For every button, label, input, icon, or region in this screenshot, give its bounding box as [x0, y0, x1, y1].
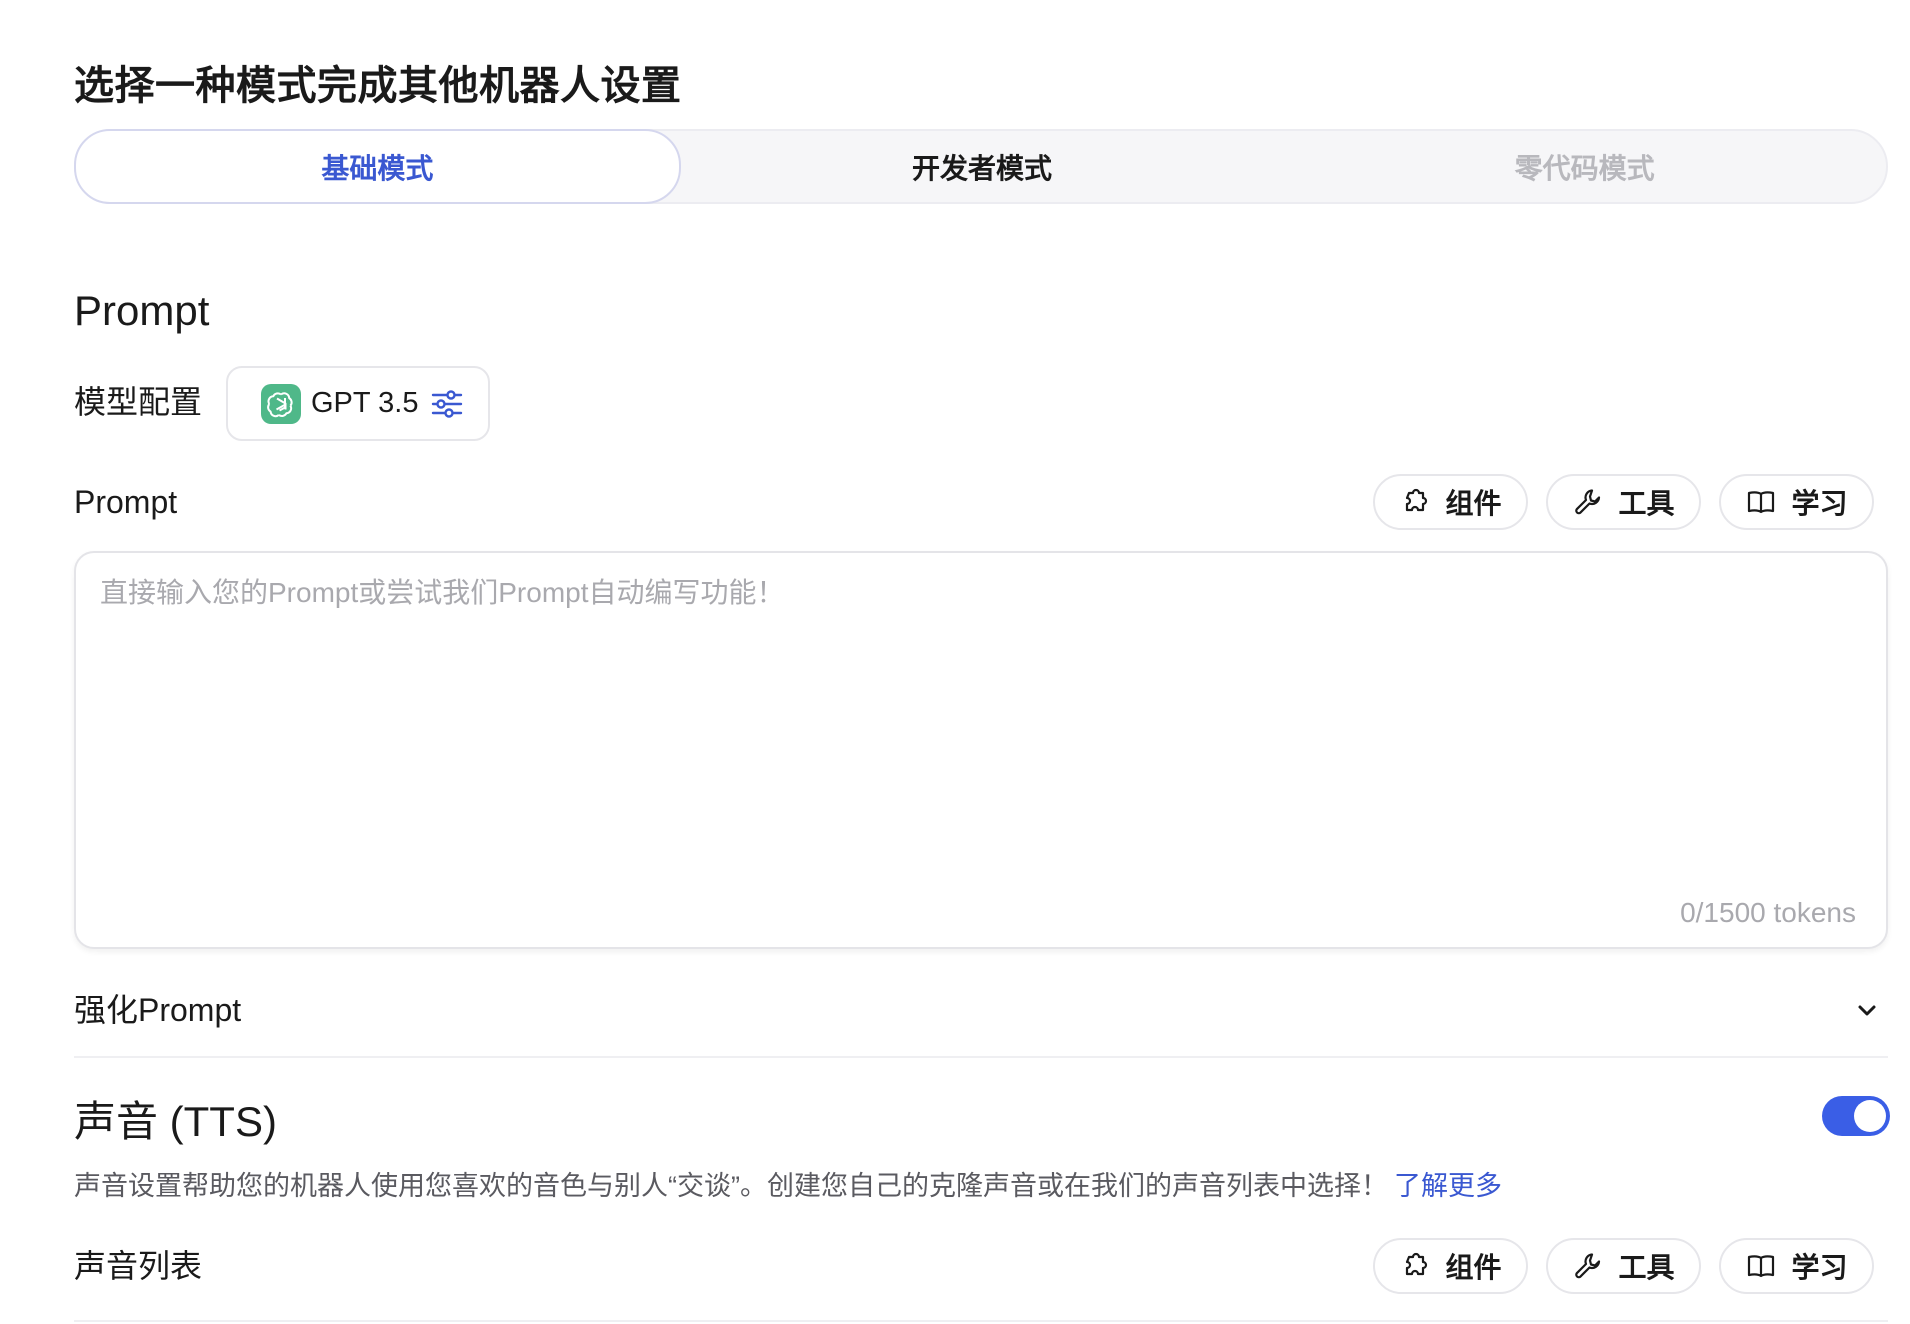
voice-actions: 组件 工具 学习 — [1373, 1238, 1874, 1294]
page-title: 选择一种模式完成其他机器人设置 — [74, 63, 682, 108]
tts-description-text: 声音设置帮助您的机器人使用您喜欢的音色与别人“交谈”。创建您自己的克隆声音或在我… — [74, 1171, 1388, 1201]
tts-section-title: 声音 (TTS) — [74, 1098, 277, 1145]
learn-label: 学习 — [1791, 488, 1848, 519]
prompt-label: Prompt — [74, 484, 178, 520]
model-config-label: 模型配置 — [74, 384, 203, 420]
tab-no-code-mode: 零代码模式 — [1514, 152, 1655, 184]
tab-developer-mode[interactable]: 开发者模式 — [681, 131, 1284, 202]
book-icon — [1745, 486, 1777, 518]
enhance-prompt-toggle[interactable]: 强化Prompt — [74, 984, 1888, 1058]
voice-tools-label: 工具 — [1618, 1252, 1675, 1283]
voice-list-label: 声音列表 — [74, 1248, 203, 1284]
components-label: 组件 — [1445, 488, 1502, 519]
enhance-prompt-label: 强化Prompt — [74, 992, 242, 1028]
voice-learn-button[interactable]: 学习 — [1719, 1238, 1874, 1294]
tts-toggle[interactable] — [1822, 1096, 1890, 1136]
model-name: GPT 3.5 — [311, 387, 419, 419]
voice-tools-button[interactable]: 工具 — [1546, 1238, 1701, 1294]
openai-logo-icon — [261, 383, 301, 424]
puzzle-icon — [1399, 486, 1431, 518]
wrench-icon — [1572, 486, 1604, 518]
prompt-section-title: Prompt — [74, 287, 210, 334]
mode-tabs: 基础模式 开发者模式 零代码模式 — [74, 129, 1888, 204]
model-select-button[interactable]: GPT 3.5 — [226, 366, 490, 441]
voice-components-label: 组件 — [1445, 1252, 1502, 1283]
tools-button[interactable]: 工具 — [1546, 474, 1701, 530]
voice-learn-label: 学习 — [1791, 1252, 1848, 1283]
prompt-input[interactable] — [100, 571, 1862, 871]
tts-description: 声音设置帮助您的机器人使用您喜欢的音色与别人“交谈”。创建您自己的克隆声音或在我… — [74, 1166, 1502, 1206]
book-icon — [1745, 1250, 1777, 1282]
tab-basic-mode[interactable]: 基础模式 — [74, 129, 681, 204]
prompt-editor: 0/1500 tokens — [74, 551, 1888, 949]
learn-more-link[interactable]: 了解更多 — [1394, 1171, 1502, 1201]
wrench-icon — [1572, 1250, 1604, 1282]
learn-button[interactable]: 学习 — [1719, 474, 1874, 530]
puzzle-icon — [1399, 1250, 1431, 1282]
voice-components-button[interactable]: 组件 — [1373, 1238, 1528, 1294]
toggle-knob — [1854, 1100, 1886, 1132]
token-counter: 0/1500 tokens — [1680, 897, 1856, 928]
chevron-down-icon — [1854, 998, 1880, 1029]
components-button[interactable]: 组件 — [1373, 474, 1528, 530]
prompt-actions: 组件 工具 学习 — [1373, 474, 1874, 530]
sliders-icon — [430, 389, 464, 419]
divider — [74, 1320, 1888, 1322]
tools-label: 工具 — [1618, 488, 1675, 519]
